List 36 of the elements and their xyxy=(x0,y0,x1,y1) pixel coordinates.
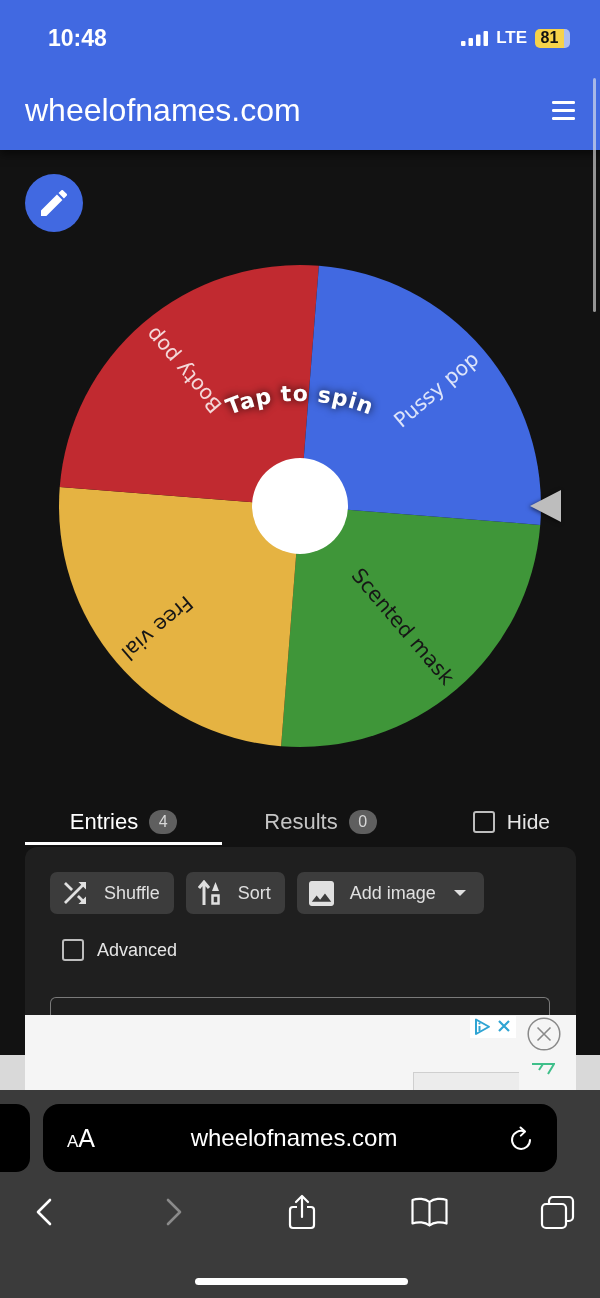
ad-logo-icon xyxy=(531,1063,555,1075)
reload-icon[interactable] xyxy=(509,1125,533,1151)
close-icon[interactable] xyxy=(527,1017,561,1051)
shuffle-icon xyxy=(62,882,88,904)
toolbar-button[interactable]: Shuffle xyxy=(50,872,174,914)
tabs-icon[interactable] xyxy=(539,1194,575,1230)
count-badge: 0 xyxy=(348,809,377,834)
checkbox[interactable] xyxy=(62,939,84,961)
menu-icon[interactable] xyxy=(552,100,575,120)
url-text[interactable]: wheelofnames.com xyxy=(95,1124,493,1152)
image-icon xyxy=(308,880,334,906)
toolbar-button[interactable]: Sort xyxy=(185,872,285,914)
spin-prompt[interactable]: Tap to spin xyxy=(222,380,378,420)
site-title[interactable]: wheelofnames.com xyxy=(25,91,301,129)
text-size-button[interactable]: AA xyxy=(67,1123,96,1153)
battery-indicator: 81 xyxy=(535,28,570,48)
checkbox-label[interactable]: Hide xyxy=(506,809,550,834)
pointer-icon xyxy=(530,490,561,522)
status-time: 10:48 xyxy=(48,24,107,52)
toolbar-button[interactable]: Add image xyxy=(296,872,484,914)
edit-button[interactable] xyxy=(25,174,83,232)
book-icon[interactable] xyxy=(410,1197,448,1227)
network-type: LTE xyxy=(496,28,527,48)
caret-icon xyxy=(453,890,466,896)
pencil-icon xyxy=(41,190,67,216)
signal-icon xyxy=(461,30,489,46)
back-icon[interactable] xyxy=(36,1198,52,1226)
share-icon[interactable] xyxy=(288,1194,316,1230)
sort-icon xyxy=(197,880,222,906)
tab[interactable]: Results 0 xyxy=(222,798,419,845)
address-bar[interactable]: AA wheelofnames.com xyxy=(43,1104,557,1172)
segment-label: Free vial xyxy=(116,590,198,666)
adchoices-icon[interactable] xyxy=(470,1016,516,1038)
checkbox[interactable] xyxy=(472,810,495,833)
count-badge: 4 xyxy=(149,809,178,834)
checkbox-label[interactable]: Advanced xyxy=(97,939,178,961)
